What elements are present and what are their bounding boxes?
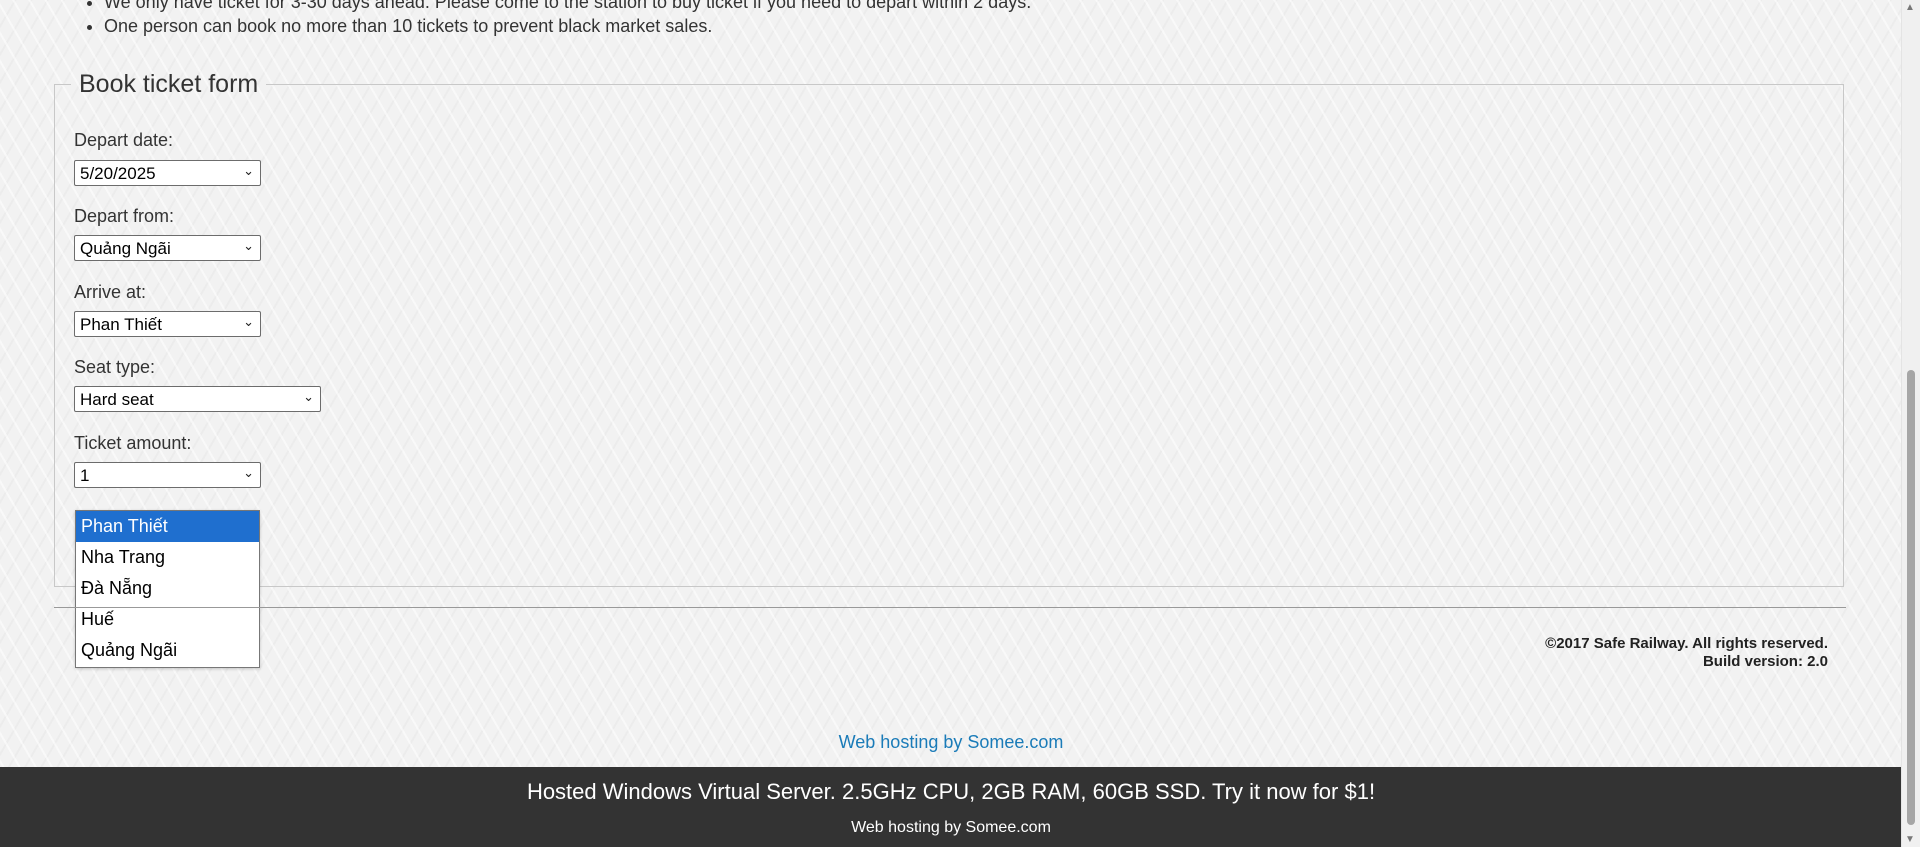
chevron-down-icon: ⌄ (243, 314, 254, 329)
scrollbar-thumb[interactable] (1907, 370, 1915, 825)
depart-date-value: 5/20/2025 (80, 164, 156, 183)
chevron-down-icon: ⌄ (243, 238, 254, 253)
footer-info: ©2017 Safe Railway. All rights reserved.… (1545, 635, 1828, 671)
chevron-down-icon: ⌄ (243, 163, 254, 178)
seat-type-label: Seat type: (74, 357, 156, 377)
form-title: Book ticket form (79, 70, 259, 98)
dropdown-option-da-nang[interactable]: Đà Nẵng (76, 573, 259, 604)
arrive-at-dropdown-list: Phan Thiết Nha Trang Đà Nẵng Huế Quảng N… (75, 510, 260, 668)
ticket-amount-label: Ticket amount: (74, 433, 192, 453)
build-version: Build version: 2.0 (1702, 653, 1828, 670)
chevron-down-icon: ⌄ (303, 389, 314, 404)
footer-divider (54, 607, 1846, 608)
scroll-up-icon[interactable]: ▲ (1905, 2, 1915, 13)
arrive-at-select[interactable]: Phan Thiết ⌄ (74, 311, 261, 337)
ticket-amount-select[interactable]: 1 ⌄ (74, 462, 261, 488)
seat-type-value: Hard seat (80, 390, 154, 409)
depart-from-select[interactable]: Quảng Ngãi ⌄ (74, 235, 261, 261)
depart-date-label: Depart date: (74, 130, 174, 150)
chevron-down-icon: ⌄ (243, 465, 254, 480)
banner-subtitle[interactable]: Web hosting by Somee.com (0, 819, 1902, 837)
page: We only have ticket for 3-30 days ahead.… (0, 0, 1902, 847)
vertical-scrollbar[interactable]: ▲ ▼ (1901, 0, 1920, 847)
dropdown-option-nha-trang[interactable]: Nha Trang (76, 542, 259, 573)
seat-type-select[interactable]: Hard seat ⌄ (74, 386, 321, 412)
rule-item: One person can book no more than 10 tick… (104, 14, 1031, 38)
depart-from-value: Quảng Ngãi (80, 239, 171, 258)
depart-date-select[interactable]: 5/20/2025 ⌄ (74, 160, 261, 186)
hosting-banner: Hosted Windows Virtual Server. 2.5GHz CP… (0, 767, 1902, 847)
arrive-at-label: Arrive at: (74, 282, 147, 302)
arrive-at-value: Phan Thiết (80, 315, 162, 334)
banner-title[interactable]: Hosted Windows Virtual Server. 2.5GHz CP… (0, 779, 1902, 805)
dropdown-option-hue[interactable]: Huế (76, 604, 259, 635)
rules-list: We only have ticket for 3-30 days ahead.… (74, 0, 1031, 38)
dropdown-option-quang-ngai[interactable]: Quảng Ngãi (76, 635, 259, 666)
book-ticket-form: Book ticket form (54, 70, 1844, 587)
ticket-amount-value: 1 (80, 466, 90, 485)
scroll-down-icon[interactable]: ▼ (1905, 834, 1915, 845)
web-hosting-link[interactable]: Web hosting by Somee.com (0, 732, 1902, 753)
rule-item: We only have ticket for 3-30 days ahead.… (104, 0, 1031, 14)
depart-from-label: Depart from: (74, 206, 175, 226)
dropdown-option-phan-thiet[interactable]: Phan Thiết (76, 511, 259, 542)
copyright-text: ©2017 Safe Railway. All rights reserved. (1545, 635, 1828, 652)
